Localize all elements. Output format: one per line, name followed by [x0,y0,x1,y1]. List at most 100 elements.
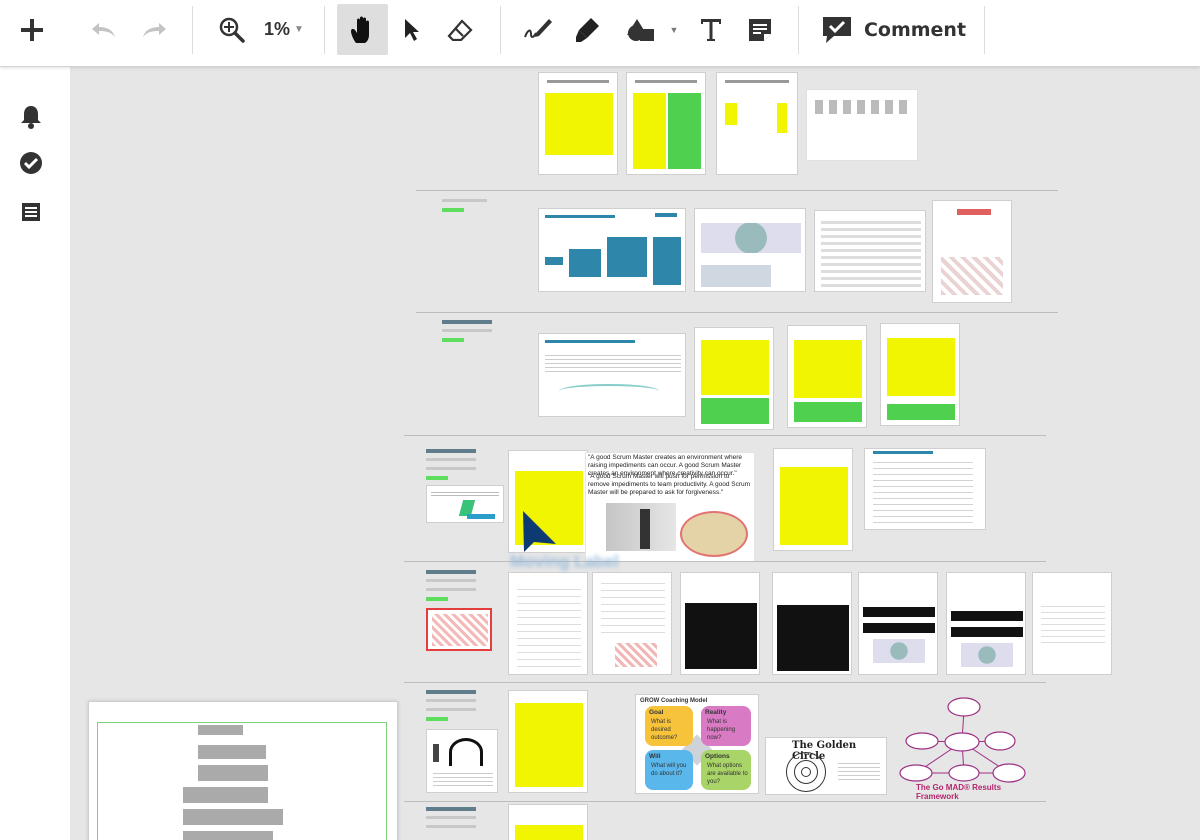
check-circle-icon [20,152,42,174]
grow-model[interactable]: GROW Coaching Model Goal What is desired… [635,694,759,794]
hand-icon [350,16,369,43]
row-tag [442,338,464,342]
row-tag [442,208,464,212]
board-frame[interactable] [716,72,798,175]
bell-icon [21,106,41,129]
toolbar-divider [500,6,501,54]
board-frame[interactable] [680,572,760,675]
framework-diagram [899,697,1026,783]
shapes-dropdown-button[interactable]: ▼ [666,4,682,55]
hand-tool-button[interactable] [337,4,388,55]
grow-reality-label: Reality [705,709,727,716]
board-frame[interactable] [538,208,686,292]
board-frame[interactable] [508,690,588,793]
sticky-note-icon [749,18,771,41]
board-frame[interactable] [1032,572,1112,675]
grow-options-text: What options are available to you? [707,763,748,785]
board-frame[interactable] [806,89,918,161]
comment-button[interactable]: Comment [818,4,968,55]
tasks-button[interactable] [18,150,44,176]
grow-goal-label: Goal [649,709,664,716]
plus-icon [21,18,43,41]
toolbar-divider [324,6,325,54]
row-tag [426,476,448,480]
minimap[interactable] [88,701,398,840]
quote-card[interactable]: "A good Scrum Master creates an environm… [585,452,755,562]
comment-icon [822,16,851,43]
row-tag [426,816,476,819]
board-frame[interactable] [858,572,938,675]
board-frame[interactable] [880,323,960,426]
zoom-level-select[interactable]: 1% ▼ [258,4,310,55]
cursor-arrow-icon [405,18,419,41]
notifications-button[interactable] [18,104,44,130]
add-button[interactable] [10,4,54,55]
grow-options-box: Options What options are available to yo… [701,750,751,790]
board-frame[interactable] [864,448,986,530]
row-tag [426,579,476,582]
board-frame[interactable] [508,804,588,840]
row-divider [404,682,1046,683]
row-tag [426,717,448,721]
row-tag [426,458,476,461]
shapes-tool-button[interactable] [616,4,666,55]
row-divider [404,801,1046,802]
board-frame[interactable] [592,572,672,675]
board-frame[interactable] [538,72,618,175]
board-frame[interactable] [626,72,706,175]
undo-button[interactable] [82,4,124,55]
zoom-in-icon [219,17,245,43]
grow-goal-box: Goal What is desired outcome? [645,706,693,746]
minimap-viewport[interactable] [97,722,387,840]
board-frame[interactable] [946,572,1026,675]
pen-tool-button[interactable] [516,4,560,55]
framework-title: The Go MAD® Results Framework [916,783,1002,801]
grow-will-text: What will you do about it? [651,763,687,777]
top-toolbar: 1% ▼ ▼ Comment [0,0,1200,67]
redo-button[interactable] [134,4,176,55]
chevron-down-icon: ▼ [669,24,679,35]
left-sidebar [0,67,70,840]
toolbar-divider [192,6,193,54]
row-tag [426,449,476,453]
board-frame[interactable] [787,325,867,428]
scrum-master-quote-2: "A good Scrum Master will push for permi… [588,473,751,496]
grow-title: GROW Coaching Model [640,698,708,704]
board-frame[interactable] [508,572,588,675]
row-tag [426,699,476,702]
text-icon [701,18,721,41]
list-button[interactable] [18,199,44,225]
board-frame[interactable] [694,327,774,430]
row-tag [426,708,476,711]
redo-icon [143,22,166,37]
select-tool-button[interactable] [392,4,432,55]
highlighter-tool-button[interactable] [568,4,608,55]
board-frame[interactable] [426,485,504,523]
eraser-icon [447,18,473,41]
eraser-tool-button[interactable] [440,4,480,55]
row-divider [416,312,1058,313]
board-frame[interactable] [772,572,852,675]
board-frame[interactable] [694,208,806,292]
board-frame[interactable] [932,200,1012,303]
golden-circle-card[interactable]: The Golden Circle [765,737,887,795]
grow-reality-text: What is happening now? [707,719,736,741]
board-frame[interactable] [814,210,926,292]
row-tag [426,588,476,591]
row-tag [426,825,476,828]
text-tool-button[interactable] [690,4,732,55]
zoom-level-value: 1% [264,19,291,39]
row-divider [404,435,1046,436]
toolbar-divider [798,6,799,54]
grow-will-box: Will What will you do about it? [645,750,693,790]
board-frame[interactable] [773,448,853,551]
row-tag [442,320,492,324]
row-tag [426,570,476,574]
comment-label: Comment [863,18,967,41]
note-tool-button[interactable] [738,4,782,55]
board-frame[interactable] [538,333,686,417]
zoom-button[interactable] [210,4,254,55]
board-image[interactable] [426,608,492,651]
results-framework[interactable]: The Go MAD® Results Framework [894,695,1030,801]
board-frame[interactable] [426,729,498,793]
